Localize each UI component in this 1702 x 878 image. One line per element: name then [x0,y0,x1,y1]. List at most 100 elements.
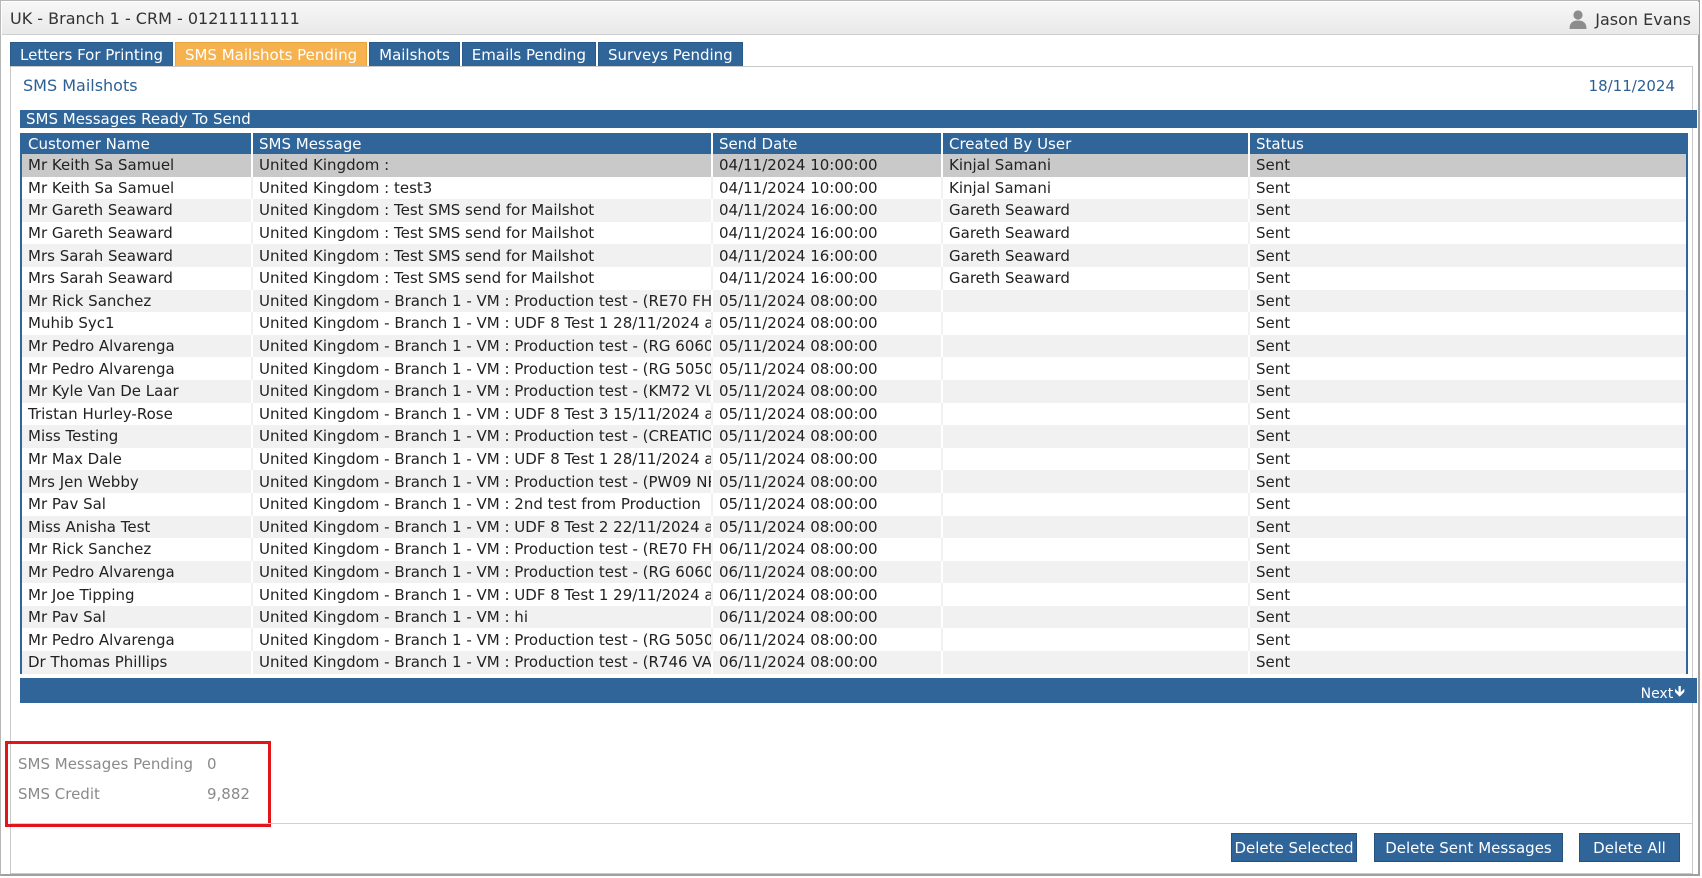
cell-sms-message: United Kingdom : Test SMS send for Mails… [252,266,713,290]
cell-created-by-user: Gareth Seaward [942,244,1250,267]
cell-customer-name: Mr Pedro Alvarenga [22,357,253,380]
cell-created-by-user [942,425,1250,448]
sms-credit-label: SMS Credit [18,785,100,803]
tab-mailshots[interactable]: Mailshots [369,42,460,67]
column-header-send-date[interactable]: Send Date [712,133,943,154]
cell-sms-message: United Kingdom - Branch 1 - VM : Product… [252,538,713,561]
table-row[interactable]: Muhib Syc1 United Kingdom - Branch 1 - VM… [22,312,1686,335]
cell-created-by-user [942,583,1250,606]
tab-letters-for-printing[interactable]: Letters For Printing [10,42,173,67]
table-row[interactable]: Mr Pav Sal United Kingdom - Branch 1 - VM… [22,492,1686,516]
cell-created-by-user [942,357,1250,380]
cell-sms-message: United Kingdom - Branch 1 - VM : Product… [252,470,713,493]
table-row[interactable]: Mr Joe Tipping United Kingdom - Branch 1 … [22,583,1686,606]
cell-send-date: 04/11/2024 16:00:00 [712,266,943,290]
title-bar: UK - Branch 1 - CRM - 01211111111 Jason … [2,2,1699,35]
cell-customer-name: Mr Pav Sal [22,605,253,629]
next-page-button[interactable]: Next 🡻 [1641,681,1685,706]
column-header-status[interactable]: Status [1249,133,1686,154]
cell-send-date: 06/11/2024 08:00:00 [712,628,943,652]
table-row[interactable]: Mr Pedro Alvarenga United Kingdom - Branc… [22,560,1686,584]
cell-customer-name: Mr Rick Sanchez [22,289,253,313]
column-header-customer-name[interactable]: Customer Name [22,133,253,154]
delete-selected-button[interactable]: Delete Selected [1231,833,1357,862]
tab-surveys-pending[interactable]: Surveys Pending [597,42,743,67]
cell-status: Sent [1249,379,1686,403]
table-row[interactable]: Tristan Hurley-Rose United Kingdom - Bran… [22,402,1686,426]
cell-send-date: 05/11/2024 08:00:00 [712,470,943,493]
cell-status: Sent [1249,425,1686,448]
cell-sms-message: United Kingdom - Branch 1 - VM : UDF 8 T… [252,312,713,335]
cell-send-date: 05/11/2024 08:00:00 [712,492,943,516]
cell-sms-message: United Kingdom - Branch 1 - VM : hi [252,605,713,629]
cell-status: Sent [1249,357,1686,380]
cell-send-date: 04/11/2024 10:00:00 [712,176,943,200]
cell-send-date: 04/11/2024 10:00:00 [712,154,943,177]
delete-sent-messages-button[interactable]: Delete Sent Messages [1374,833,1563,862]
table-pager: Next 🡻 [20,678,1697,703]
section-header: SMS Messages Ready To Send [20,110,1697,128]
cell-created-by-user: Kinjal Samani [942,154,1250,177]
cell-created-by-user: Kinjal Samani [942,176,1250,200]
tab-emails-pending[interactable]: Emails Pending [461,42,596,67]
cell-sms-message: United Kingdom : Test SMS send for Mails… [252,221,713,245]
table-row[interactable]: Dr Thomas Phillips United Kingdom - Branc… [22,651,1686,674]
table-row[interactable]: Mr Pav Sal United Kingdom - Branch 1 - VM… [22,605,1686,629]
table-row[interactable]: Miss Testing United Kingdom - Branch 1 - … [22,425,1686,448]
cell-customer-name: Mr Keith Sa Samuel [22,176,253,200]
cell-created-by-user [942,447,1250,471]
table-row[interactable]: Mrs Sarah Seaward United Kingdom : Test S… [22,244,1686,267]
table-row[interactable]: Miss Anisha Test United Kingdom - Branch … [22,515,1686,539]
cell-send-date: 05/11/2024 08:00:00 [712,312,943,335]
cell-sms-message: United Kingdom : Test SMS send for Mails… [252,244,713,267]
tab-sms-mailshots-pending[interactable]: SMS Mailshots Pending [174,42,368,67]
table-row[interactable]: Mr Gareth Seaward United Kingdom : Test S… [22,199,1686,222]
table-row[interactable]: Mr Max Dale United Kingdom - Branch 1 - V… [22,447,1686,471]
cell-created-by-user [942,470,1250,493]
cell-customer-name: Mr Gareth Seaward [22,199,253,222]
table-row[interactable]: Mrs Jen Webby United Kingdom - Branch 1 -… [22,470,1686,493]
sms-stats-highlight [5,741,271,827]
table-row[interactable]: Mr Rick Sanchez United Kingdom - Branch 1… [22,538,1686,561]
cell-customer-name: Mr Max Dale [22,447,253,471]
table-row[interactable]: Mr Keith Sa Samuel United Kingdom :04/11/… [22,154,1686,177]
cell-created-by-user [942,628,1250,652]
cell-customer-name: Mr Pedro Alvarenga [22,334,253,358]
cell-customer-name: Mrs Sarah Seaward [22,266,253,290]
cell-status: Sent [1249,470,1686,493]
cell-created-by-user: Gareth Seaward [942,221,1250,245]
cell-send-date: 05/11/2024 08:00:00 [712,379,943,403]
table-row[interactable]: Mr Pedro Alvarenga United Kingdom - Branc… [22,334,1686,358]
cell-send-date: 04/11/2024 16:00:00 [712,221,943,245]
cell-status: Sent [1249,515,1686,539]
cell-send-date: 05/11/2024 08:00:00 [712,289,943,313]
user-name: Jason Evans [1595,9,1691,29]
cell-customer-name: Mrs Sarah Seaward [22,244,253,267]
sms-messages-table: Customer Name SMS Message Send Date Crea… [20,133,1688,674]
table-row[interactable]: Mr Gareth Seaward United Kingdom : Test S… [22,221,1686,245]
cell-customer-name: Mr Kyle Van De Laar [22,379,253,403]
column-header-created-by-user[interactable]: Created By User [942,133,1250,154]
cell-created-by-user [942,538,1250,561]
table-row[interactable]: Mr Keith Sa Samuel United Kingdom : test3… [22,176,1686,200]
cell-status: Sent [1249,266,1686,290]
table-row[interactable]: Mr Pedro Alvarenga United Kingdom - Branc… [22,628,1686,652]
cell-status: Sent [1249,154,1686,177]
table-row[interactable]: Mr Rick Sanchez United Kingdom - Branch 1… [22,289,1686,313]
cell-created-by-user: Gareth Seaward [942,199,1250,222]
cell-send-date: 05/11/2024 08:00:00 [712,402,943,426]
cell-status: Sent [1249,402,1686,426]
table-row[interactable]: Mr Kyle Van De Laar United Kingdom - Bran… [22,379,1686,403]
delete-all-button[interactable]: Delete All [1579,833,1680,862]
table-row[interactable]: Mr Pedro Alvarenga United Kingdom - Branc… [22,357,1686,380]
cell-sms-message: United Kingdom - Branch 1 - VM : UDF 8 T… [252,583,713,606]
cell-sms-message: United Kingdom - Branch 1 - VM : Product… [252,357,713,380]
column-header-sms-message[interactable]: SMS Message [252,133,713,154]
cell-sms-message: United Kingdom - Branch 1 - VM : Product… [252,334,713,358]
cell-sms-message: United Kingdom - Branch 1 - VM : UDF 8 T… [252,447,713,471]
sms-pending-label: SMS Messages Pending [18,755,194,773]
table-row[interactable]: Mrs Sarah Seaward United Kingdom : Test S… [22,266,1686,290]
cell-created-by-user [942,560,1250,584]
current-user[interactable]: Jason Evans [1568,9,1691,29]
cell-send-date: 06/11/2024 08:00:00 [712,560,943,584]
